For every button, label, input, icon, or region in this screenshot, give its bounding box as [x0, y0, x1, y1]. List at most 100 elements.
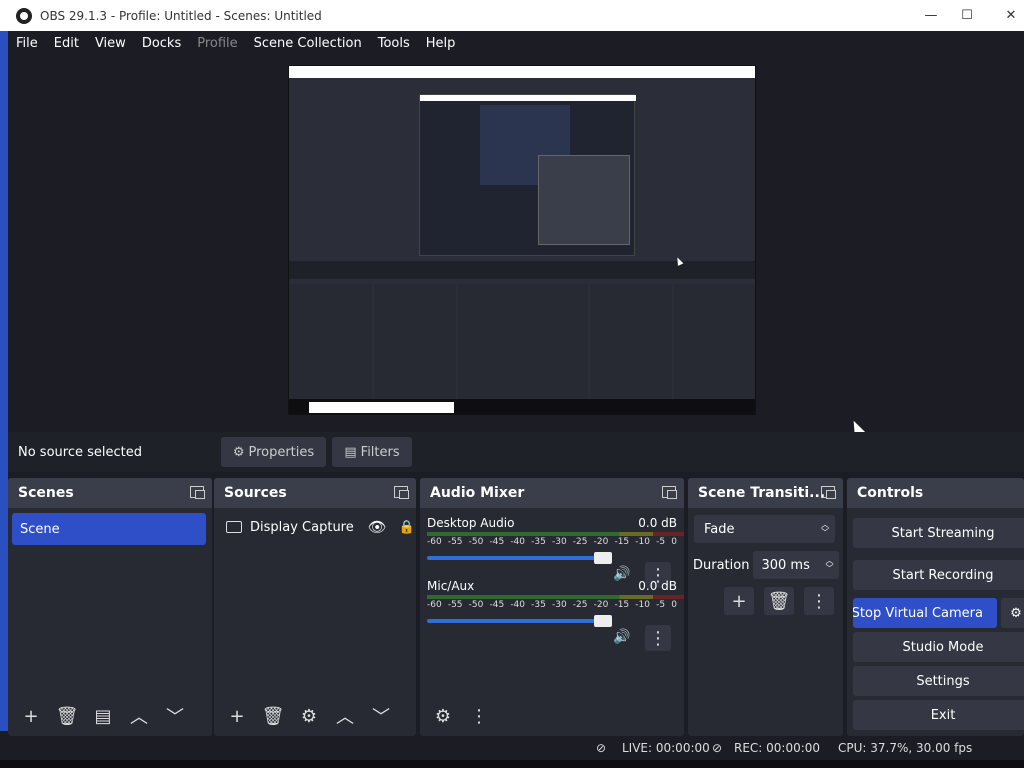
menu-file[interactable]: File: [8, 36, 46, 51]
undock-icon[interactable]: [190, 486, 205, 499]
scenes-header: Scenes: [8, 478, 212, 508]
remove-transition-button[interactable]: 🗑: [764, 587, 794, 615]
move-source-up-button[interactable]: ︿: [330, 702, 360, 730]
duration-row: Duration 300 ms ︿ ﹀: [693, 551, 843, 579]
gear-icon: ⚙: [1010, 605, 1022, 621]
transition-menu-button[interactable]: ⋮: [804, 587, 834, 615]
properties-button[interactable]: ⚙ Properties: [221, 437, 326, 467]
menu-scene-collection[interactable]: Scene Collection: [246, 36, 370, 51]
virtual-camera-settings-button[interactable]: ⚙: [1001, 598, 1024, 628]
audio-mixer-header: Audio Mixer: [420, 478, 684, 508]
rec-time: REC: 00:00:00: [734, 741, 821, 755]
updown-icon: ︿ ﹀: [821, 520, 829, 537]
menu-bar: File Edit View Docks Profile Scene Colle…: [8, 31, 1024, 56]
source-item[interactable]: Display Capture 👁 🔒: [214, 513, 416, 541]
filter-icon: ▤: [94, 705, 112, 727]
menu-edit[interactable]: Edit: [46, 36, 87, 51]
filters-button[interactable]: ▤ Filters: [332, 437, 412, 467]
menu-profile[interactable]: Profile: [189, 36, 245, 51]
start-streaming-button[interactable]: Start Streaming: [853, 518, 1024, 548]
filter-icon: ▤: [344, 444, 357, 460]
meter-ticks: -60 -55 -50 -45 -40 -35 -30 -25 -20 -15 -10 -5 0: [427, 600, 677, 610]
monitor-icon: [226, 521, 242, 533]
scenes-dock: Scenes Scene + 🗑 ▤ ︿ ﹀: [8, 478, 212, 736]
duration-label: Duration: [693, 557, 750, 573]
menu-help[interactable]: Help: [418, 36, 464, 51]
menu-tools[interactable]: Tools: [370, 36, 418, 51]
virtual-camera-button[interactable]: Stop Virtual Camera: [853, 598, 997, 628]
source-toolbar: No source selected ⚙ Properties ▤ Filters: [8, 432, 1024, 472]
menu-view[interactable]: View: [87, 36, 134, 51]
duration-spinbox[interactable]: 300 ms ︿ ﹀: [753, 551, 840, 579]
move-source-down-button[interactable]: ﹀: [366, 702, 396, 730]
properties-label: Properties: [248, 444, 315, 460]
capture-source-bar: [289, 261, 755, 279]
lock-icon[interactable]: 🔒: [399, 520, 415, 535]
speaker-icon[interactable]: 🔊: [613, 629, 630, 645]
meter-ticks: -60 -55 -50 -45 -40 -35 -30 -25 -20 -15 -10 -5 0: [427, 537, 677, 547]
preview-capture: [288, 65, 756, 415]
window-title: OBS 29.1.3 - Profile: Untitled - Scenes:…: [40, 8, 322, 23]
live-time: LIVE: 00:00:00: [622, 741, 710, 755]
start-recording-button[interactable]: Start Recording: [853, 560, 1024, 590]
updown-icon: ︿ ﹀: [825, 556, 834, 573]
nested-capture: [419, 94, 636, 256]
audio-options-button[interactable]: ⋮: [645, 625, 671, 651]
scene-filters-button[interactable]: ▤: [88, 702, 118, 730]
volume-slider[interactable]: [427, 551, 612, 565]
desktop-taskbar: [0, 760, 1024, 768]
capture-docks: [289, 284, 755, 399]
add-source-button[interactable]: +: [222, 702, 252, 730]
add-transition-button[interactable]: +: [724, 587, 754, 615]
controls-title: Controls: [857, 485, 924, 501]
sources-dock: Sources Display Capture 👁 🔒 + 🗑 ⚙ ︿ ﹀: [214, 478, 416, 736]
chevron-down-icon: ﹀: [166, 707, 184, 728]
maximize-button[interactable]: ☐: [944, 0, 990, 31]
audio-toolbar: ⚙ ⋮: [420, 702, 684, 730]
remove-scene-button[interactable]: 🗑: [52, 702, 82, 730]
trash-icon: 🗑: [55, 705, 79, 727]
close-button[interactable]: ✕: [988, 0, 1024, 31]
volume-slider[interactable]: [427, 614, 612, 628]
audio-menu-button[interactable]: ⋮: [464, 702, 494, 730]
channel-name: Desktop Audio: [427, 516, 515, 530]
settings-button[interactable]: Settings: [853, 666, 1024, 696]
channel-name: Mic/Aux: [427, 579, 475, 593]
studio-mode-button[interactable]: Studio Mode: [853, 632, 1024, 662]
audio-channel-desktop: Desktop Audio 0.0 dB -60 -55 -50 -45 -40 -35-…: [420, 508, 684, 588]
undock-icon[interactable]: [821, 486, 836, 499]
sources-header: Sources: [214, 478, 416, 508]
title-bar: OBS 29.1.3 - Profile: Untitled - Scenes:…: [0, 0, 1024, 31]
source-item-label: Display Capture: [250, 519, 354, 535]
capture-taskbar: [289, 399, 755, 414]
scenes-title: Scenes: [18, 485, 74, 501]
undock-icon[interactable]: [662, 486, 677, 499]
transition-tools: + 🗑 ⋮: [724, 587, 843, 615]
eye-icon[interactable]: 👁: [368, 518, 387, 536]
gear-icon: ⚙: [232, 444, 245, 460]
menu-docks[interactable]: Docks: [134, 36, 189, 51]
transition-value: Fade: [704, 521, 735, 537]
advanced-audio-button[interactable]: ⚙: [428, 702, 458, 730]
undock-icon[interactable]: [394, 486, 409, 499]
remove-source-button[interactable]: 🗑: [258, 702, 288, 730]
filters-label: Filters: [360, 444, 400, 460]
move-scene-down-button[interactable]: ﹀: [160, 702, 190, 730]
transitions-title: Scene Transiti...: [698, 485, 826, 501]
capture-titlebar: [289, 66, 755, 78]
chevron-down-icon: ﹀: [372, 707, 390, 728]
gear-icon: ⚙: [434, 705, 452, 727]
scene-item[interactable]: Scene: [12, 513, 206, 545]
source-properties-button[interactable]: ⚙: [294, 702, 324, 730]
channel-db: 0.0 dB: [638, 516, 677, 530]
add-scene-button[interactable]: +: [16, 702, 46, 730]
volume-meter: [427, 595, 684, 599]
exit-button[interactable]: Exit: [853, 700, 1024, 730]
trash-icon: 🗑: [261, 705, 285, 727]
sources-toolbar: + 🗑 ⚙ ︿ ﹀: [214, 702, 416, 730]
controls-header: Controls: [847, 478, 1024, 508]
move-scene-up-button[interactable]: ︿: [124, 702, 154, 730]
sources-title: Sources: [224, 485, 287, 501]
channel-db: 0.0 dB: [638, 579, 677, 593]
transition-select[interactable]: Fade ︿ ﹀: [694, 515, 835, 543]
